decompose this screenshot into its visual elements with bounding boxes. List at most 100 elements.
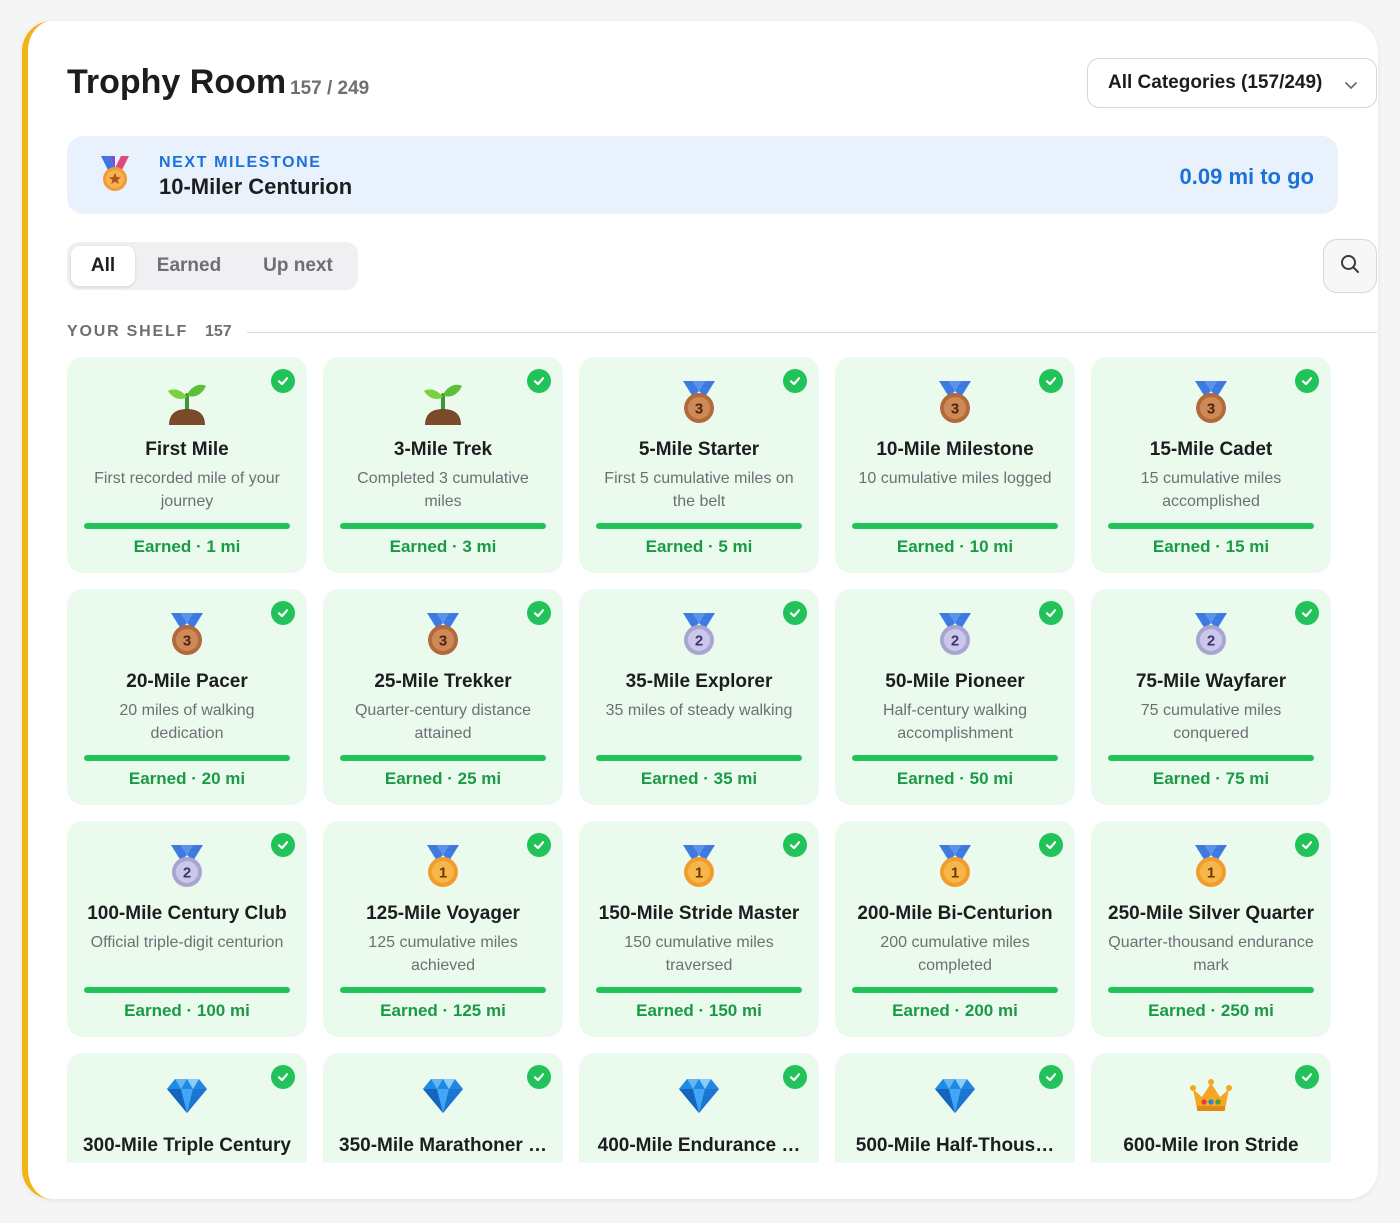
- trophy-description: 75 cumulative miles conquered: [1140, 702, 1282, 742]
- trophy-name: 350-Mile Marathoner …: [339, 1135, 547, 1156]
- progress-bar: [1108, 523, 1314, 529]
- tab-all[interactable]: All: [71, 246, 135, 286]
- trophy-status: Earned · 3 mi: [389, 537, 497, 556]
- trophy-description: Quarter-century distance attained: [354, 702, 532, 742]
- trophy-description: 125 cumulative miles achieved: [368, 934, 518, 974]
- trophy-name: 500-Mile Half-Thous…: [855, 1135, 1055, 1156]
- trophy-description: Completed 3 cumulative miles: [357, 470, 529, 510]
- trophy-name: 150-Mile Stride Master: [598, 903, 800, 924]
- shelf-divider: [247, 332, 1377, 333]
- trophy-status: Earned · 20 mi: [128, 769, 246, 788]
- tab-earned[interactable]: Earned: [135, 246, 243, 286]
- trophy-card[interactable]: 300-Mile Triple Century: [67, 1053, 307, 1163]
- medal-icon: [97, 154, 133, 199]
- progress-bar: [340, 523, 546, 529]
- progress-bar: [1108, 755, 1314, 761]
- trophy-name: 250-Mile Silver Quarter: [1108, 903, 1314, 924]
- svg-text:1: 1: [439, 865, 447, 882]
- chevron-down-icon: [1344, 76, 1358, 98]
- crown-icon: [1091, 1075, 1331, 1123]
- progress-bar: [852, 987, 1058, 993]
- category-select[interactable]: All Categories (157/249): [1087, 58, 1377, 108]
- trophy-card[interactable]: 350-Mile Marathoner …: [323, 1053, 563, 1163]
- trophy-status: Earned · 75 mi: [1152, 769, 1270, 788]
- trophy-card[interactable]: 400-Mile Endurance …: [579, 1053, 819, 1163]
- panel-content: Trophy Room 157 / 249 All Categories (15…: [67, 21, 1377, 1199]
- gem-icon: [67, 1075, 307, 1123]
- trophy-status: Earned · 25 mi: [384, 769, 502, 788]
- trophy-card[interactable]: 2 35-Mile Explorer 35 miles of steady walk…: [579, 589, 819, 805]
- trophy-card[interactable]: First Mile First recorded mile of your jo…: [67, 357, 307, 573]
- trophy-status: Earned · 1 mi: [133, 537, 241, 556]
- trophy-status: Earned · 200 mi: [892, 1001, 1018, 1020]
- trophy-name: 10-Mile Milestone: [876, 439, 1034, 460]
- trophy-card[interactable]: 3 5-Mile Starter First 5 cumulative miles …: [579, 357, 819, 573]
- trophy-name: First Mile: [145, 439, 229, 460]
- trophy-status: Earned · 250 mi: [1148, 1001, 1274, 1020]
- trophy-card[interactable]: 3-Mile Trek Completed 3 cumulative miles E…: [323, 357, 563, 573]
- svg-text:2: 2: [1207, 633, 1215, 650]
- progress-bar: [596, 755, 802, 761]
- trophy-name: 100-Mile Century Club: [87, 903, 287, 924]
- progress-bar: [596, 523, 802, 529]
- trophy-card[interactable]: 3 15-Mile Cadet 15 cumulative miles accomp…: [1091, 357, 1331, 573]
- progress-bar: [596, 987, 802, 993]
- trophy-description: 150 cumulative miles traversed: [624, 934, 774, 974]
- trophy-card[interactable]: 1 200-Mile Bi-Centurion 200 cumulative mil…: [835, 821, 1075, 1037]
- trophy-card[interactable]: 2 50-Mile Pioneer Half-century walking acc…: [835, 589, 1075, 805]
- trophy-description: First 5 cumulative miles on the belt: [604, 470, 794, 510]
- silver-medal-icon: 2: [1091, 611, 1331, 659]
- trophy-status: Earned · 100 mi: [124, 1001, 250, 1020]
- progress-bar: [852, 755, 1058, 761]
- trophy-card[interactable]: 1 125-Mile Voyager 125 cumulative miles ac…: [323, 821, 563, 1037]
- svg-text:2: 2: [951, 633, 959, 650]
- trophy-status: Earned · 15 mi: [1152, 537, 1270, 556]
- next-milestone-banner: NEXT MILESTONE 10-Miler Centurion 0.09 m…: [67, 136, 1338, 214]
- trophy-card[interactable]: 2 75-Mile Wayfarer 75 cumulative miles con…: [1091, 589, 1331, 805]
- trophy-card[interactable]: 3 10-Mile Milestone 10 cumulative miles lo…: [835, 357, 1075, 573]
- trophy-card[interactable]: 2 100-Mile Century Club Official triple-di…: [67, 821, 307, 1037]
- gold-medal-icon: 1: [579, 843, 819, 891]
- trophy-room-panel: Trophy Room 157 / 249 All Categories (15…: [22, 21, 1378, 1199]
- trophy-description: Half-century walking accomplishment: [882, 702, 1028, 742]
- svg-text:2: 2: [183, 865, 191, 882]
- silver-medal-icon: 2: [67, 843, 307, 891]
- trophy-name: 35-Mile Explorer: [625, 671, 773, 692]
- gem-icon: [835, 1075, 1075, 1123]
- trophy-status: Earned · 125 mi: [380, 1001, 506, 1020]
- trophy-card[interactable]: 3 25-Mile Trekker Quarter-century distance…: [323, 589, 563, 805]
- progress-bar: [1108, 987, 1314, 993]
- trophy-card[interactable]: 600-Mile Iron Stride: [1091, 1053, 1331, 1163]
- gem-icon: [323, 1075, 563, 1123]
- svg-text:2: 2: [695, 633, 703, 650]
- trophy-card[interactable]: 3 20-Mile Pacer 20 miles of walking dedica…: [67, 589, 307, 805]
- trophy-card[interactable]: 500-Mile Half-Thous…: [835, 1053, 1075, 1163]
- progress-bar: [340, 987, 546, 993]
- trophy-status: Earned · 35 mi: [640, 769, 758, 788]
- trophy-status: Earned · 50 mi: [896, 769, 1014, 788]
- filter-tabs: All Earned Up next: [67, 242, 358, 290]
- search-button[interactable]: [1323, 239, 1377, 293]
- silver-medal-icon: 2: [835, 611, 1075, 659]
- tab-up-next[interactable]: Up next: [243, 246, 353, 286]
- svg-text:3: 3: [951, 401, 959, 418]
- trophy-name: 15-Mile Cadet: [1149, 439, 1273, 460]
- bronze-medal-icon: 3: [1091, 379, 1331, 427]
- milestone-remaining: 0.09 mi to go: [1179, 164, 1314, 189]
- silver-medal-icon: 2: [579, 611, 819, 659]
- trophy-name: 50-Mile Pioneer: [885, 671, 1025, 692]
- trophy-card[interactable]: 1 250-Mile Silver Quarter Quarter-thousand…: [1091, 821, 1331, 1037]
- trophy-description: 35 miles of steady walking: [605, 702, 793, 719]
- trophy-name: 400-Mile Endurance …: [597, 1135, 801, 1156]
- shelf-count: 157: [205, 323, 232, 340]
- svg-text:3: 3: [183, 633, 191, 650]
- trophy-description: 10 cumulative miles logged: [858, 470, 1052, 487]
- trophy-status: Earned · 150 mi: [636, 1001, 762, 1020]
- search-icon: [1339, 253, 1361, 280]
- milestone-label: NEXT MILESTONE: [159, 154, 322, 171]
- progress-bar: [340, 755, 546, 761]
- svg-text:3: 3: [695, 401, 703, 418]
- trophy-card[interactable]: 1 150-Mile Stride Master 150 cumulative mi…: [579, 821, 819, 1037]
- trophy-description: 20 miles of walking dedication: [119, 702, 255, 742]
- svg-text:3: 3: [1207, 401, 1215, 418]
